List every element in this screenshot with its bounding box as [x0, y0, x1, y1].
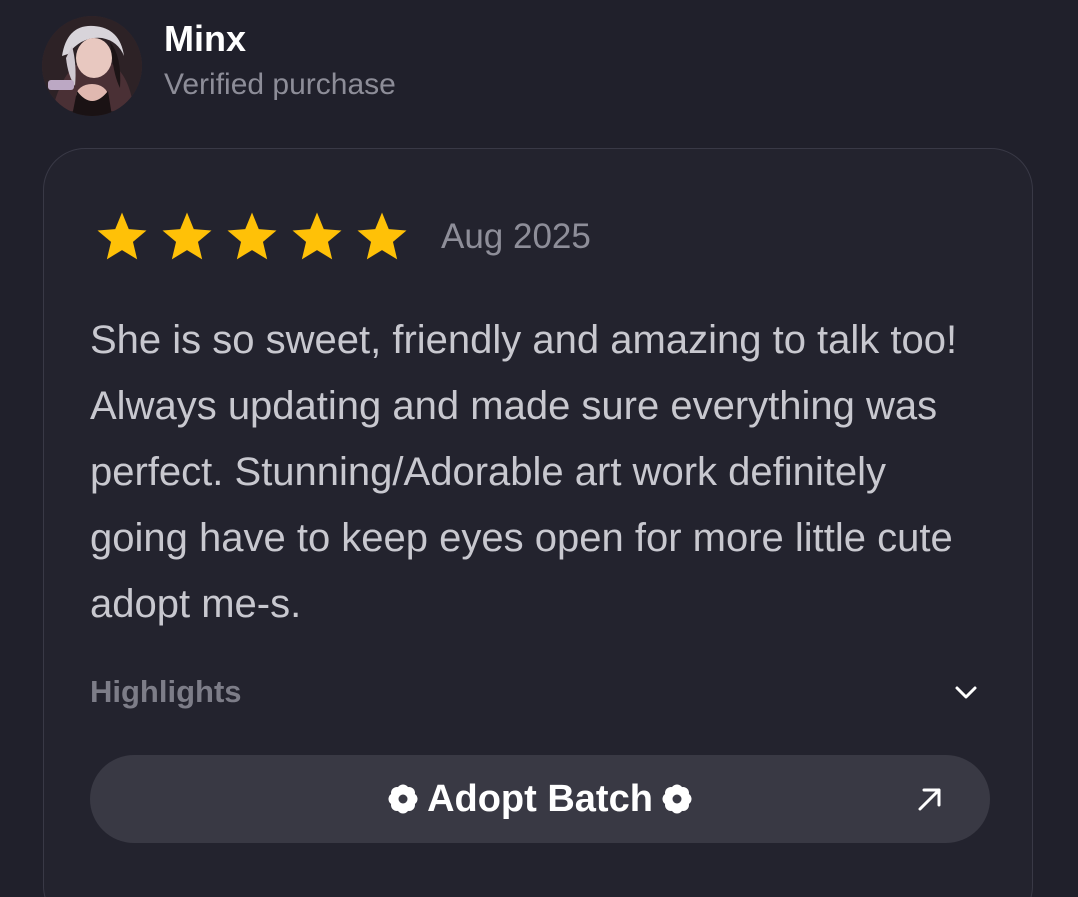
reviewer-name[interactable]: Minx	[164, 17, 396, 61]
review-text: She is so sweet, friendly and amazing to…	[90, 318, 958, 626]
star-rating	[94, 209, 419, 265]
review-page: Minx Verified purchase Aug 2025 She is s…	[0, 0, 1078, 897]
highlights-toggle[interactable]: Highlights	[90, 667, 982, 717]
chevron-down-icon[interactable]	[950, 676, 982, 708]
highlights-label: Highlights	[90, 674, 242, 709]
flower-icon	[661, 783, 693, 815]
rating-row: Aug 2025	[94, 209, 591, 265]
review-date: Aug 2025	[441, 217, 591, 256]
reviewer-avatar[interactable]	[42, 16, 142, 116]
product-link-label: Adopt Batch	[427, 777, 653, 820]
reviewer-header: Minx Verified purchase	[42, 16, 396, 116]
product-link-button[interactable]: Adopt Batch	[90, 755, 990, 843]
review-card: Aug 2025 She is so sweet, friendly and a…	[43, 148, 1033, 897]
star-icon	[159, 209, 215, 265]
product-link-content: Adopt Batch	[379, 778, 701, 821]
star-icon	[94, 209, 150, 265]
flower-icon	[387, 783, 419, 815]
reviewer-meta: Minx Verified purchase	[164, 17, 396, 105]
avatar-image	[42, 16, 142, 116]
star-icon	[354, 209, 410, 265]
arrow-up-right-icon[interactable]	[914, 783, 946, 815]
star-icon	[289, 209, 345, 265]
verified-purchase-label: Verified purchase	[164, 68, 396, 101]
star-icon	[224, 209, 280, 265]
